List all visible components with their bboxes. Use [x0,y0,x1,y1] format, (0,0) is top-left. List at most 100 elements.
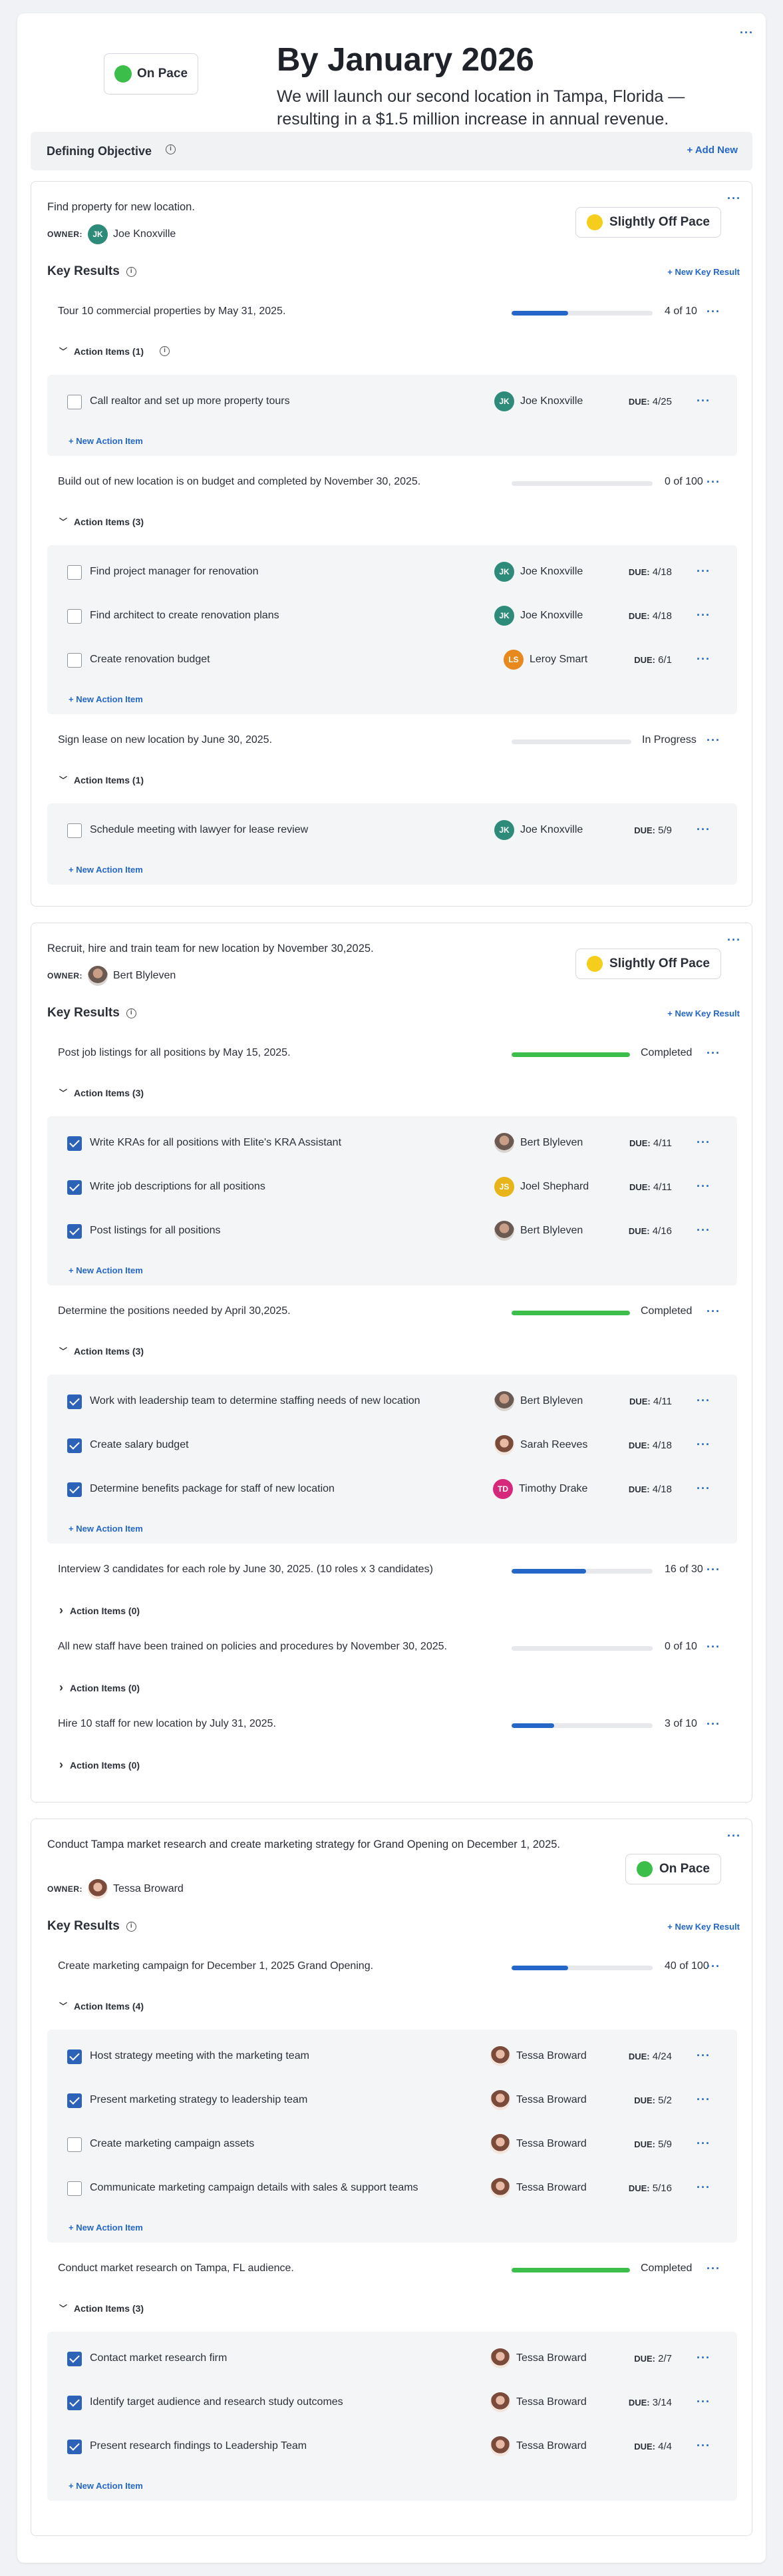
action-item-more-menu-icon[interactable]: ··· [697,1224,710,1236]
objective-more-menu-icon[interactable]: ··· [727,934,741,946]
action-item-assignee[interactable]: Tessa Broward [490,2392,587,2412]
action-items-toggle[interactable]: ﹀ Action Items (3) [59,1087,144,1098]
info-icon[interactable]: i [126,1008,136,1018]
key-result-more-menu-icon[interactable]: ··· [706,734,720,746]
action-item-more-menu-icon[interactable]: ··· [697,1136,710,1148]
action-items-toggle[interactable]: ﹀ Action Items (3) [59,516,144,527]
action-item-assignee[interactable]: TD Timothy Drake [493,1479,587,1499]
key-result-more-menu-icon[interactable]: ··· [706,1564,720,1576]
key-result-more-menu-icon[interactable]: ··· [706,1718,720,1730]
card-more-menu-icon[interactable]: ··· [740,27,754,39]
action-item-checkbox[interactable] [67,2181,82,2196]
action-item-assignee[interactable]: JS Joel Shephard [494,1177,589,1197]
action-item-more-menu-icon[interactable]: ··· [697,395,710,407]
new-action-item-button[interactable]: + New Action Item [69,1265,143,1275]
action-item-checkbox[interactable] [67,2049,82,2064]
new-key-result-button[interactable]: + New Key Result [667,1008,740,1018]
action-item-more-menu-icon[interactable]: ··· [697,1438,710,1450]
objective-more-menu-icon[interactable]: ··· [727,1830,741,1842]
action-item-checkbox[interactable] [67,2093,82,2108]
action-items-toggle[interactable]: ﹀ Action Items (3) [59,1345,144,1357]
action-item-assignee[interactable]: Tessa Broward [490,2134,587,2154]
action-item-checkbox[interactable] [67,1136,82,1151]
action-item-checkbox[interactable] [67,823,82,838]
action-item-checkbox[interactable] [67,653,82,668]
action-item-assignee[interactable]: JK Joe Knoxville [494,820,583,840]
action-item-assignee[interactable]: Bert Blyleven [494,1133,583,1153]
new-action-item-button[interactable]: + New Action Item [69,694,143,704]
status-badge[interactable]: On Pace [104,53,198,95]
key-result-more-menu-icon[interactable]: ··· [706,1641,720,1653]
info-icon[interactable]: i [166,144,176,154]
key-result-more-menu-icon[interactable]: ··· [706,306,720,318]
new-action-item-button[interactable]: + New Action Item [69,1524,143,1534]
action-item-more-menu-icon[interactable]: ··· [697,565,710,577]
action-items-toggle[interactable]: › Action Items (0) [59,1681,140,1695]
action-item-assignee[interactable]: Bert Blyleven [494,1221,583,1241]
new-action-item-button[interactable]: + New Action Item [69,865,143,875]
action-item-assignee[interactable]: LS Leroy Smart [504,650,587,670]
action-item-assignee[interactable]: JK Joe Knoxville [494,562,583,582]
action-item-assignee[interactable]: Tessa Broward [490,2090,587,2110]
objective-more-menu-icon[interactable]: ··· [727,192,741,204]
action-items-toggle[interactable]: ﹀ Action Items (3) [59,2302,144,2314]
action-item-checkbox[interactable] [67,2396,82,2410]
action-item-assignee[interactable]: Tessa Broward [490,2046,587,2066]
new-action-item-button[interactable]: + New Action Item [69,2481,143,2491]
key-result-more-menu-icon[interactable]: ··· [706,2262,720,2274]
action-items-toggle[interactable]: ﹀ Action Items (1) i [59,345,170,357]
action-item-more-menu-icon[interactable]: ··· [697,2137,710,2149]
action-item-more-menu-icon[interactable]: ··· [697,2093,710,2105]
action-item-more-menu-icon[interactable]: ··· [697,2396,710,2408]
action-item-more-menu-icon[interactable]: ··· [697,2352,710,2364]
new-action-item-button[interactable]: + New Action Item [69,2223,143,2233]
action-item-checkbox[interactable] [67,1180,82,1195]
action-item-checkbox[interactable] [67,2352,82,2366]
action-item-checkbox[interactable] [67,565,82,580]
action-item-more-menu-icon[interactable]: ··· [697,653,710,665]
info-icon[interactable]: i [160,346,170,356]
action-item-more-menu-icon[interactable]: ··· [697,1180,710,1192]
action-item-more-menu-icon[interactable]: ··· [697,2440,710,2452]
action-item-checkbox[interactable] [67,2137,82,2152]
objective-status-badge[interactable]: Slightly Off Pace [575,949,721,979]
info-icon[interactable]: i [126,1921,136,1932]
key-result-more-menu-icon[interactable]: ··· [706,1305,720,1317]
action-item-checkbox[interactable] [67,1224,82,1239]
new-action-item-button[interactable]: + New Action Item [69,436,143,446]
action-item-assignee[interactable]: JK Joe Knoxville [494,606,583,626]
new-key-result-button[interactable]: + New Key Result [667,267,740,277]
action-item-checkbox[interactable] [67,2440,82,2454]
key-result-more-menu-icon[interactable]: ··· [706,1047,720,1059]
action-items-toggle[interactable]: ﹀ Action Items (1) [59,774,144,785]
action-item-assignee[interactable]: Tessa Broward [490,2348,587,2368]
action-item-checkbox[interactable] [67,1438,82,1453]
action-item-more-menu-icon[interactable]: ··· [697,1482,710,1494]
action-item-assignee[interactable]: Sarah Reeves [494,1435,587,1455]
action-item-more-menu-icon[interactable]: ··· [697,823,710,835]
action-item-assignee[interactable]: JK Joe Knoxville [494,391,583,411]
action-item-more-menu-icon[interactable]: ··· [697,2181,710,2193]
action-item-checkbox[interactable] [67,395,82,409]
action-item-row: Write job descriptions for all positions… [47,1174,737,1200]
action-item-more-menu-icon[interactable]: ··· [697,609,710,621]
due-value: 5/9 [658,825,672,836]
action-item-more-menu-icon[interactable]: ··· [697,1395,710,1406]
action-item-checkbox[interactable] [67,1395,82,1409]
key-result-more-menu-icon[interactable]: ··· [706,1960,720,1972]
action-item-checkbox[interactable] [67,1482,82,1497]
action-item-assignee[interactable]: Tessa Broward [490,2436,587,2456]
key-result-more-menu-icon[interactable]: ··· [706,476,720,488]
action-item-assignee[interactable]: Tessa Broward [490,2178,587,2198]
action-item-assignee[interactable]: Bert Blyleven [494,1391,583,1411]
add-new-button[interactable]: + Add New [687,144,738,156]
action-item-more-menu-icon[interactable]: ··· [697,2049,710,2061]
new-key-result-button[interactable]: + New Key Result [667,1922,740,1932]
objective-status-badge[interactable]: On Pace [625,1854,721,1884]
info-icon[interactable]: i [126,266,136,277]
objective-status-badge[interactable]: Slightly Off Pace [575,207,721,238]
action-items-toggle[interactable]: ﹀ Action Items (4) [59,2000,144,2012]
action-items-toggle[interactable]: › Action Items (0) [59,1604,140,1617]
action-items-toggle[interactable]: › Action Items (0) [59,1758,140,1772]
action-item-checkbox[interactable] [67,609,82,624]
